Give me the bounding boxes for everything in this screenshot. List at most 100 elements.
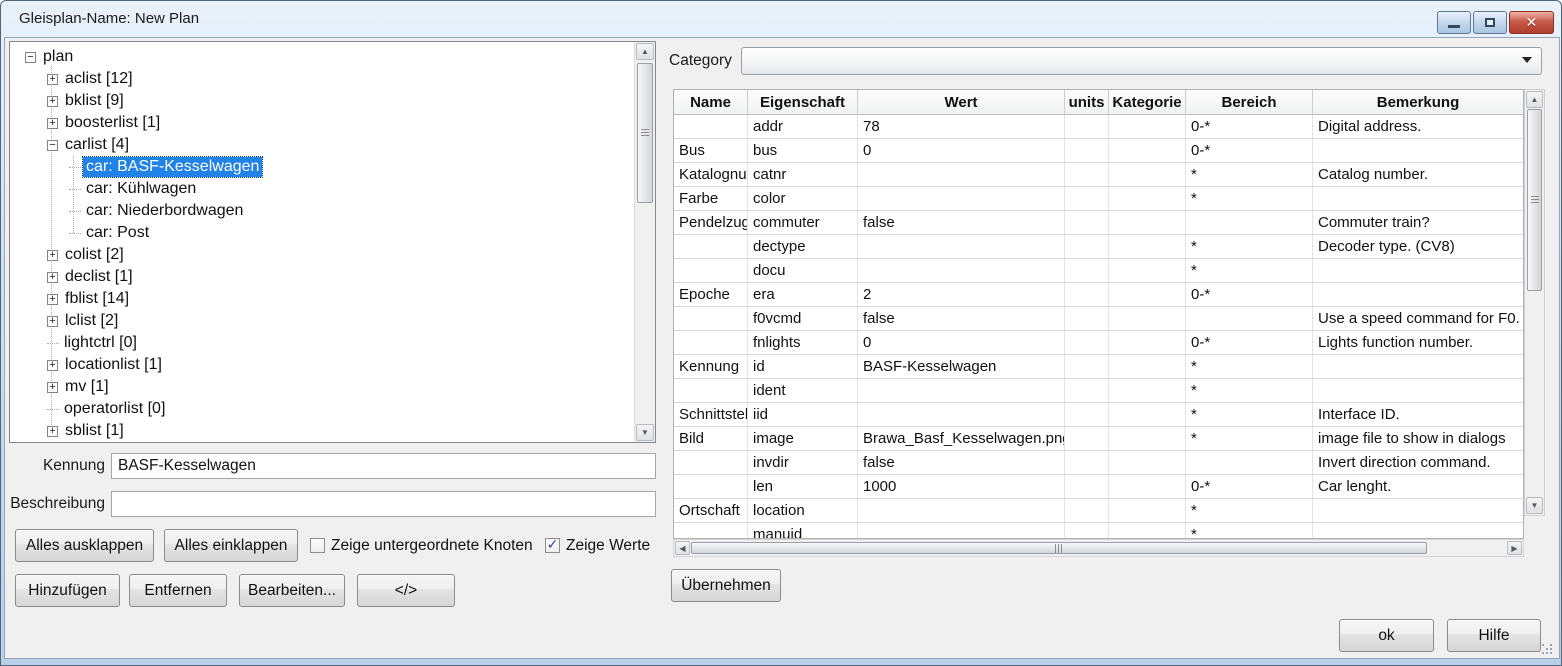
table-row-bus[interactable]: Busbus00-* xyxy=(674,139,1523,163)
collapse-all-button[interactable]: Alles einklappen xyxy=(164,529,298,562)
code-button[interactable]: </> xyxy=(357,574,455,607)
tree-item-label[interactable]: car: Kühlwagen xyxy=(83,179,199,199)
table-row-location[interactable]: Ortschaftlocation* xyxy=(674,499,1523,523)
table-cell[interactable]: * xyxy=(1186,259,1313,283)
tree-item-locationlist-1[interactable]: +locationlist [1] xyxy=(11,354,633,376)
tree-item-mv-1[interactable]: +mv [1] xyxy=(11,376,633,398)
tree-item-label[interactable]: locationlist [1] xyxy=(62,355,165,375)
table-cell[interactable]: 0 xyxy=(858,331,1065,355)
scroll-up-icon[interactable]: ▲ xyxy=(636,43,654,60)
table-cell[interactable] xyxy=(1065,427,1109,451)
table-cell[interactable]: false xyxy=(858,451,1065,475)
table-cell[interactable] xyxy=(1109,115,1186,139)
tree-expand-icon[interactable]: + xyxy=(47,74,58,85)
table-cell[interactable]: * xyxy=(1186,403,1313,427)
table-cell[interactable] xyxy=(1109,331,1186,355)
table-cell[interactable] xyxy=(1065,115,1109,139)
scroll-left-icon[interactable]: ◀ xyxy=(675,541,690,555)
edit-button[interactable]: Bearbeiten... xyxy=(239,574,345,607)
table-cell[interactable]: Decoder type. (CV8) xyxy=(1313,235,1523,259)
table-cell[interactable] xyxy=(1065,331,1109,355)
tree-scrollbar[interactable]: ▲ ▼ xyxy=(634,42,655,442)
table-row-addr[interactable]: addr780-*Digital address. xyxy=(674,115,1523,139)
column-header-bereich[interactable]: Bereich xyxy=(1186,90,1313,115)
table-cell[interactable]: commuter xyxy=(748,211,858,235)
table-row-dectype[interactable]: dectype*Decoder type. (CV8) xyxy=(674,235,1523,259)
tree-item-bklist-9[interactable]: +bklist [9] xyxy=(11,90,633,112)
table-cell[interactable]: bus xyxy=(748,139,858,163)
tree-item-label[interactable]: lightctrl [0] xyxy=(61,333,140,353)
table-cell[interactable]: Schnittstelle xyxy=(674,403,748,427)
table-cell[interactable] xyxy=(1313,139,1523,163)
table-cell[interactable]: invdir xyxy=(748,451,858,475)
tree-expand-icon[interactable]: + xyxy=(47,426,58,437)
tree-collapse-icon[interactable]: − xyxy=(47,140,58,151)
table-cell[interactable] xyxy=(858,235,1065,259)
tree-item-label[interactable]: lclist [2] xyxy=(62,311,121,331)
column-header-units[interactable]: units xyxy=(1065,90,1109,115)
table-cell[interactable] xyxy=(858,187,1065,211)
table-cell[interactable]: era xyxy=(748,283,858,307)
scroll-down-icon[interactable]: ▼ xyxy=(636,424,654,441)
tree-expand-icon[interactable]: + xyxy=(47,316,58,327)
table-cell[interactable] xyxy=(1313,259,1523,283)
table-cell[interactable] xyxy=(1065,139,1109,163)
table-cell[interactable] xyxy=(858,523,1065,538)
table-cell[interactable] xyxy=(858,403,1065,427)
table-cell[interactable] xyxy=(1109,211,1186,235)
table-cell[interactable] xyxy=(674,115,748,139)
table-cell[interactable]: 0-* xyxy=(1186,475,1313,499)
table-cell[interactable]: Bild xyxy=(674,427,748,451)
table-row-ident[interactable]: ident* xyxy=(674,379,1523,403)
table-cell[interactable] xyxy=(1109,187,1186,211)
tree-item-operatorlist-0[interactable]: operatorlist [0] xyxy=(11,398,633,420)
table-cell[interactable] xyxy=(1313,355,1523,379)
column-header-wert[interactable]: Wert xyxy=(858,90,1065,115)
add-button[interactable]: Hinzufügen xyxy=(15,574,120,607)
table-cell[interactable] xyxy=(1065,523,1109,538)
table-cell[interactable]: Brawa_Basf_Kesselwagen.png xyxy=(858,427,1065,451)
column-header-bemerkung[interactable]: Bemerkung xyxy=(1313,90,1524,115)
table-cell[interactable]: docu xyxy=(748,259,858,283)
table-cell[interactable]: 1000 xyxy=(858,475,1065,499)
tree-item-car-k-hlwagen[interactable]: car: Kühlwagen xyxy=(11,178,633,200)
tree-item-boosterlist-1[interactable]: +boosterlist [1] xyxy=(11,112,633,134)
table-cell[interactable]: 0-* xyxy=(1186,331,1313,355)
tree-item-carlist-4[interactable]: −carlist [4] xyxy=(11,134,633,156)
remove-button[interactable]: Entfernen xyxy=(129,574,227,607)
tree-item-label[interactable]: colist [2] xyxy=(62,245,127,265)
table-cell[interactable] xyxy=(1186,211,1313,235)
table-cell[interactable]: f0vcmd xyxy=(748,307,858,331)
table-row-era[interactable]: Epocheera20-* xyxy=(674,283,1523,307)
tree-item-label[interactable]: bklist [9] xyxy=(62,91,127,111)
table-cell[interactable]: * xyxy=(1186,523,1313,538)
tree-expand-icon[interactable]: + xyxy=(47,382,58,393)
scroll-up-icon[interactable]: ▲ xyxy=(1526,91,1543,108)
table-cell[interactable]: 2 xyxy=(858,283,1065,307)
tree-item-car-niederbordwagen[interactable]: car: Niederbordwagen xyxy=(11,200,633,222)
table-cell[interactable] xyxy=(1109,523,1186,538)
table-cell[interactable] xyxy=(1109,427,1186,451)
table-cell[interactable]: * xyxy=(1186,355,1313,379)
show-values-checkbox[interactable] xyxy=(545,538,560,553)
table-row-manuid[interactable]: manuid* xyxy=(674,523,1523,538)
tree-collapse-icon[interactable]: − xyxy=(25,52,36,63)
table-row-iid[interactable]: Schnittstelleiid*Interface ID. xyxy=(674,403,1523,427)
table-cell[interactable]: Pendelzug xyxy=(674,211,748,235)
table-scrollbar-horizontal[interactable]: ◀ ▶ xyxy=(673,539,1524,557)
table-cell[interactable] xyxy=(1065,403,1109,427)
tree-item-label[interactable]: declist [1] xyxy=(62,267,136,287)
table-cell[interactable]: * xyxy=(1186,235,1313,259)
table-cell[interactable] xyxy=(1065,211,1109,235)
minimize-button[interactable] xyxy=(1437,11,1471,34)
tree-item-label[interactable]: boosterlist [1] xyxy=(62,113,163,133)
table-cell[interactable]: iid xyxy=(748,403,858,427)
table-cell[interactable]: Epoche xyxy=(674,283,748,307)
table-cell[interactable]: BASF-Kesselwagen xyxy=(858,355,1065,379)
table-cell[interactable]: * xyxy=(1186,187,1313,211)
expand-all-button[interactable]: Alles ausklappen xyxy=(15,529,154,562)
table-row-image[interactable]: BildimageBrawa_Basf_Kesselwagen.png*imag… xyxy=(674,427,1523,451)
table-cell[interactable]: Lights function number. xyxy=(1313,331,1523,355)
scroll-right-icon[interactable]: ▶ xyxy=(1507,541,1522,555)
table-cell[interactable] xyxy=(1065,475,1109,499)
